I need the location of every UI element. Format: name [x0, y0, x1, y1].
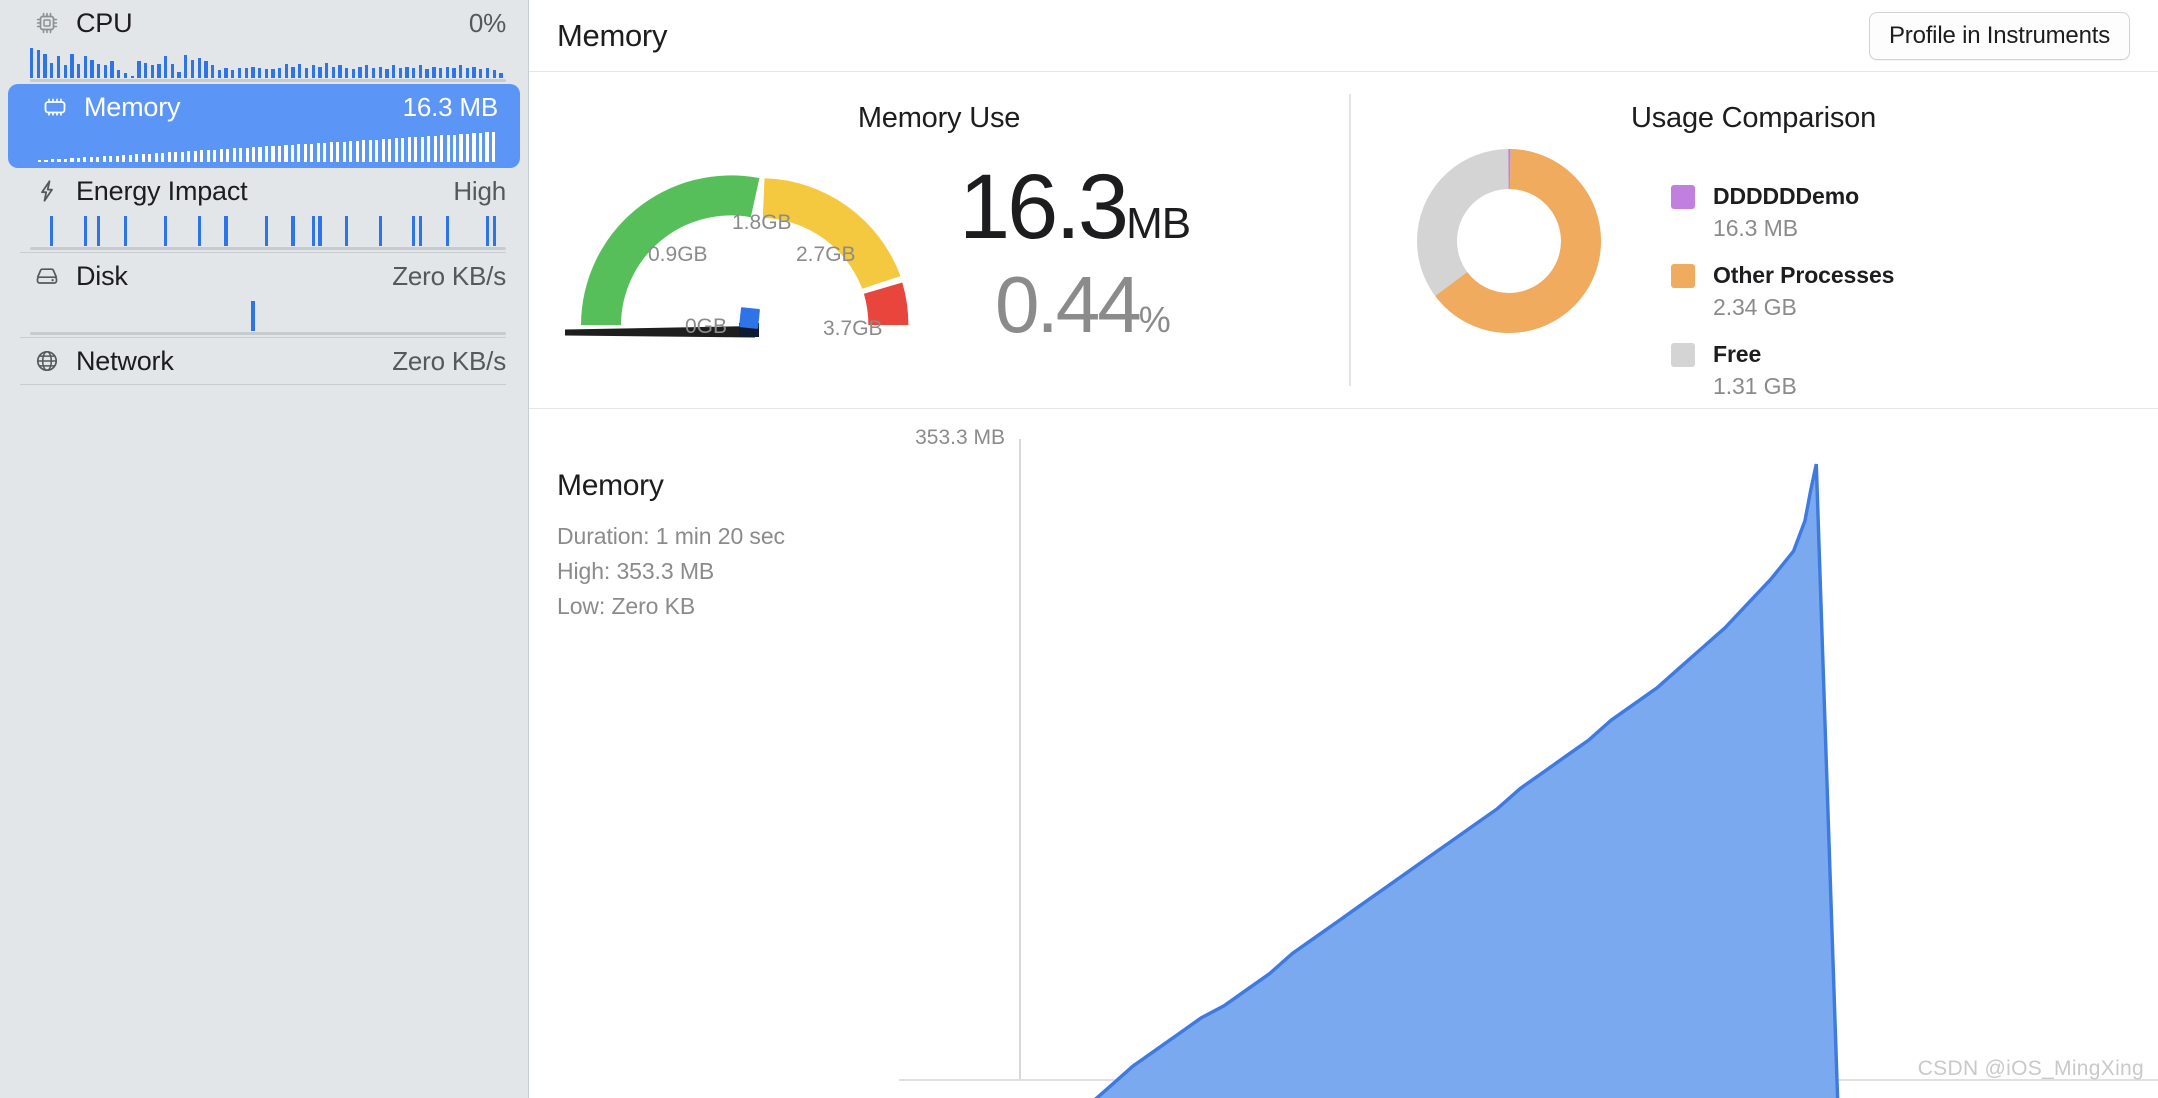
sidebar-item-label-memory: Memory	[84, 91, 181, 122]
gauge-tick-37gb: 3.7GB	[823, 317, 883, 340]
sidebar-value-cpu: 0%	[468, 7, 506, 38]
legend-swatch-demo	[1671, 184, 1695, 209]
legend-swatch-free	[1671, 342, 1695, 367]
memory-timeline-chart[interactable]: 353.3 MB	[899, 426, 2158, 1098]
disk-icon	[30, 261, 64, 291]
legend-item-free: Free 1.31 GB	[1671, 341, 1894, 400]
cpu-sparkline-bars	[30, 46, 506, 78]
summary-panels: Memory Use 0GB 0.9GB 1.8GB 2.7GB 3.7GB 1…	[529, 72, 2158, 409]
memory-use-absolute: 16.3 MB	[959, 156, 1191, 258]
memory-use-percent-unit: %	[1138, 299, 1171, 340]
energy-sparkline-bars	[30, 214, 506, 246]
timeline-y-axis-labels: 353.3 MB	[899, 426, 1019, 1098]
memory-sparkline-bars	[38, 130, 498, 162]
legend-item-other-processes: Other Processes 2.34 GB	[1671, 262, 1894, 321]
legend-demo-top: DDDDDDemo	[1671, 183, 1894, 210]
gauge-tick-0gb: 0GB	[685, 315, 727, 338]
gauge-tick-27gb: 2.7GB	[796, 243, 856, 266]
sidebar-item-disk[interactable]: Disk Zero KB/s	[0, 253, 528, 337]
legend-item-demo: DDDDDDemo 16.3 MB	[1671, 183, 1894, 242]
timeline-stats: Duration: 1 min 20 sec High: 353.3 MB Lo…	[557, 523, 857, 620]
legend-value-free: 1.31 GB	[1713, 373, 1797, 399]
detail-toolbar: Memory Profile in Instruments	[529, 0, 2158, 72]
sidebar-item-memory[interactable]: Memory 16.3 MB	[8, 84, 520, 168]
memory-row-header: Memory 16.3 MB	[8, 84, 520, 130]
memory-timeline-section: Memory Duration: 1 min 20 sec High: 353.…	[529, 409, 2158, 1098]
memory-use-title: Memory Use	[857, 102, 1021, 134]
energy-sparkline	[30, 214, 506, 252]
legend-label-free: Free	[1713, 341, 1762, 367]
disk-sparkline-bars	[30, 299, 506, 331]
memory-detail-pane: Memory Profile in Instruments Memory Use	[529, 0, 2158, 1098]
profile-in-instruments-button[interactable]: Profile in Instruments	[1868, 11, 2130, 60]
usage-comparison-panel: Usage Comparison DDDDDDemo 16.3 MB Other…	[1349, 72, 2158, 408]
memory-use-gauge-wrap: 0GB 0.9GB 1.8GB 2.7GB 3.7GB 16.3 MB 0.44	[529, 139, 1349, 369]
sidebar-item-label-cpu: CPU	[76, 7, 133, 38]
legend-label-other-processes: Other Processes	[1713, 262, 1895, 288]
sidebar-item-network[interactable]: Network Zero KB/s	[0, 338, 528, 384]
legend-value-demo: 16.3 MB	[1713, 215, 1798, 241]
memory-debug-gauge-window: CPU 0% Memory 16.3 MB Energy Impact High…	[0, 0, 2158, 1098]
legend-value-other-processes: 2.34 GB	[1713, 294, 1797, 320]
legend-free-top: Free	[1671, 341, 1894, 368]
page-title: Memory	[557, 17, 668, 53]
sidebar-item-cpu[interactable]: CPU 0%	[0, 0, 528, 84]
timeline-title: Memory	[557, 469, 664, 502]
sidebar-item-label-disk: Disk	[76, 260, 128, 291]
timeline-y-max-label: 353.3 MB	[915, 426, 1005, 449]
memory-use-unit: MB	[1126, 199, 1191, 248]
memory-sparkline	[38, 130, 498, 168]
usage-comparison-donut	[1417, 149, 1601, 334]
timeline-low: Low: Zero KB	[557, 593, 696, 619]
memory-use-percent-value: 0.44	[995, 260, 1142, 349]
cpu-sparkline	[30, 46, 506, 84]
sidebar-item-label-energy: Energy Impact	[76, 175, 248, 206]
watermark: CSDN @iOS_MingXing	[1917, 1057, 2144, 1080]
sidebar-item-energy-impact[interactable]: Energy Impact High	[0, 168, 528, 252]
sidebar-value-disk: Zero KB/s	[392, 260, 506, 291]
disk-row-header: Disk Zero KB/s	[0, 253, 528, 299]
memory-sparkline-baseline	[38, 163, 498, 166]
globe-icon	[30, 346, 64, 376]
timeline-area-series	[1094, 463, 1840, 1098]
usage-comparison-body: DDDDDDemo 16.3 MB Other Processes 2.34 G…	[1349, 141, 2158, 420]
memory-use-gauge: 0GB 0.9GB 1.8GB 2.7GB 3.7GB	[565, 175, 909, 340]
timeline-info: Memory Duration: 1 min 20 sec High: 353.…	[557, 469, 857, 620]
sidebar-value-network: Zero KB/s	[392, 345, 506, 376]
sidebar-divider-3	[20, 384, 506, 385]
legend-swatch-other-processes	[1671, 263, 1695, 288]
lightning-icon	[30, 176, 64, 206]
disk-sparkline-baseline	[30, 332, 506, 335]
timeline-area-fill	[1096, 464, 1838, 1098]
sidebar-value-energy: High	[453, 175, 506, 206]
cpu-row-header: CPU 0%	[0, 0, 528, 46]
energy-sparkline-baseline	[30, 247, 506, 250]
memory-use-readout: 16.3 MB 0.44 %	[959, 156, 1191, 345]
legend-other-top: Other Processes	[1671, 262, 1894, 289]
memory-use-percentage: 0.44 %	[995, 265, 1190, 345]
sidebar-item-label-network: Network	[76, 345, 174, 376]
gauge-tick-18gb: 1.8GB	[732, 211, 792, 234]
timeline-duration: Duration: 1 min 20 sec	[557, 523, 785, 549]
timeline-high: High: 353.3 MB	[557, 558, 715, 584]
gauge-needle-marker	[739, 307, 760, 329]
cpu-sparkline-baseline	[30, 79, 506, 82]
gauge-tick-09gb: 0.9GB	[648, 243, 708, 266]
disk-sparkline	[30, 299, 506, 337]
memory-use-panel: Memory Use 0GB 0.9GB 1.8GB 2.7GB 3.7GB 1…	[529, 72, 1349, 408]
memory-chip-icon	[38, 92, 72, 122]
debug-gauges-sidebar: CPU 0% Memory 16.3 MB Energy Impact High…	[0, 0, 529, 1098]
cpu-chip-icon	[30, 8, 64, 38]
usage-comparison-title: Usage Comparison	[1630, 102, 1877, 134]
network-row-header: Network Zero KB/s	[0, 338, 528, 384]
usage-comparison-legend: DDDDDDemo 16.3 MB Other Processes 2.34 G…	[1671, 183, 1894, 420]
memory-use-value: 16.3	[959, 156, 1129, 258]
energy-row-header: Energy Impact High	[0, 168, 528, 214]
legend-label-demo: DDDDDDemo	[1713, 183, 1860, 209]
sidebar-value-memory: 16.3 MB	[402, 91, 499, 122]
